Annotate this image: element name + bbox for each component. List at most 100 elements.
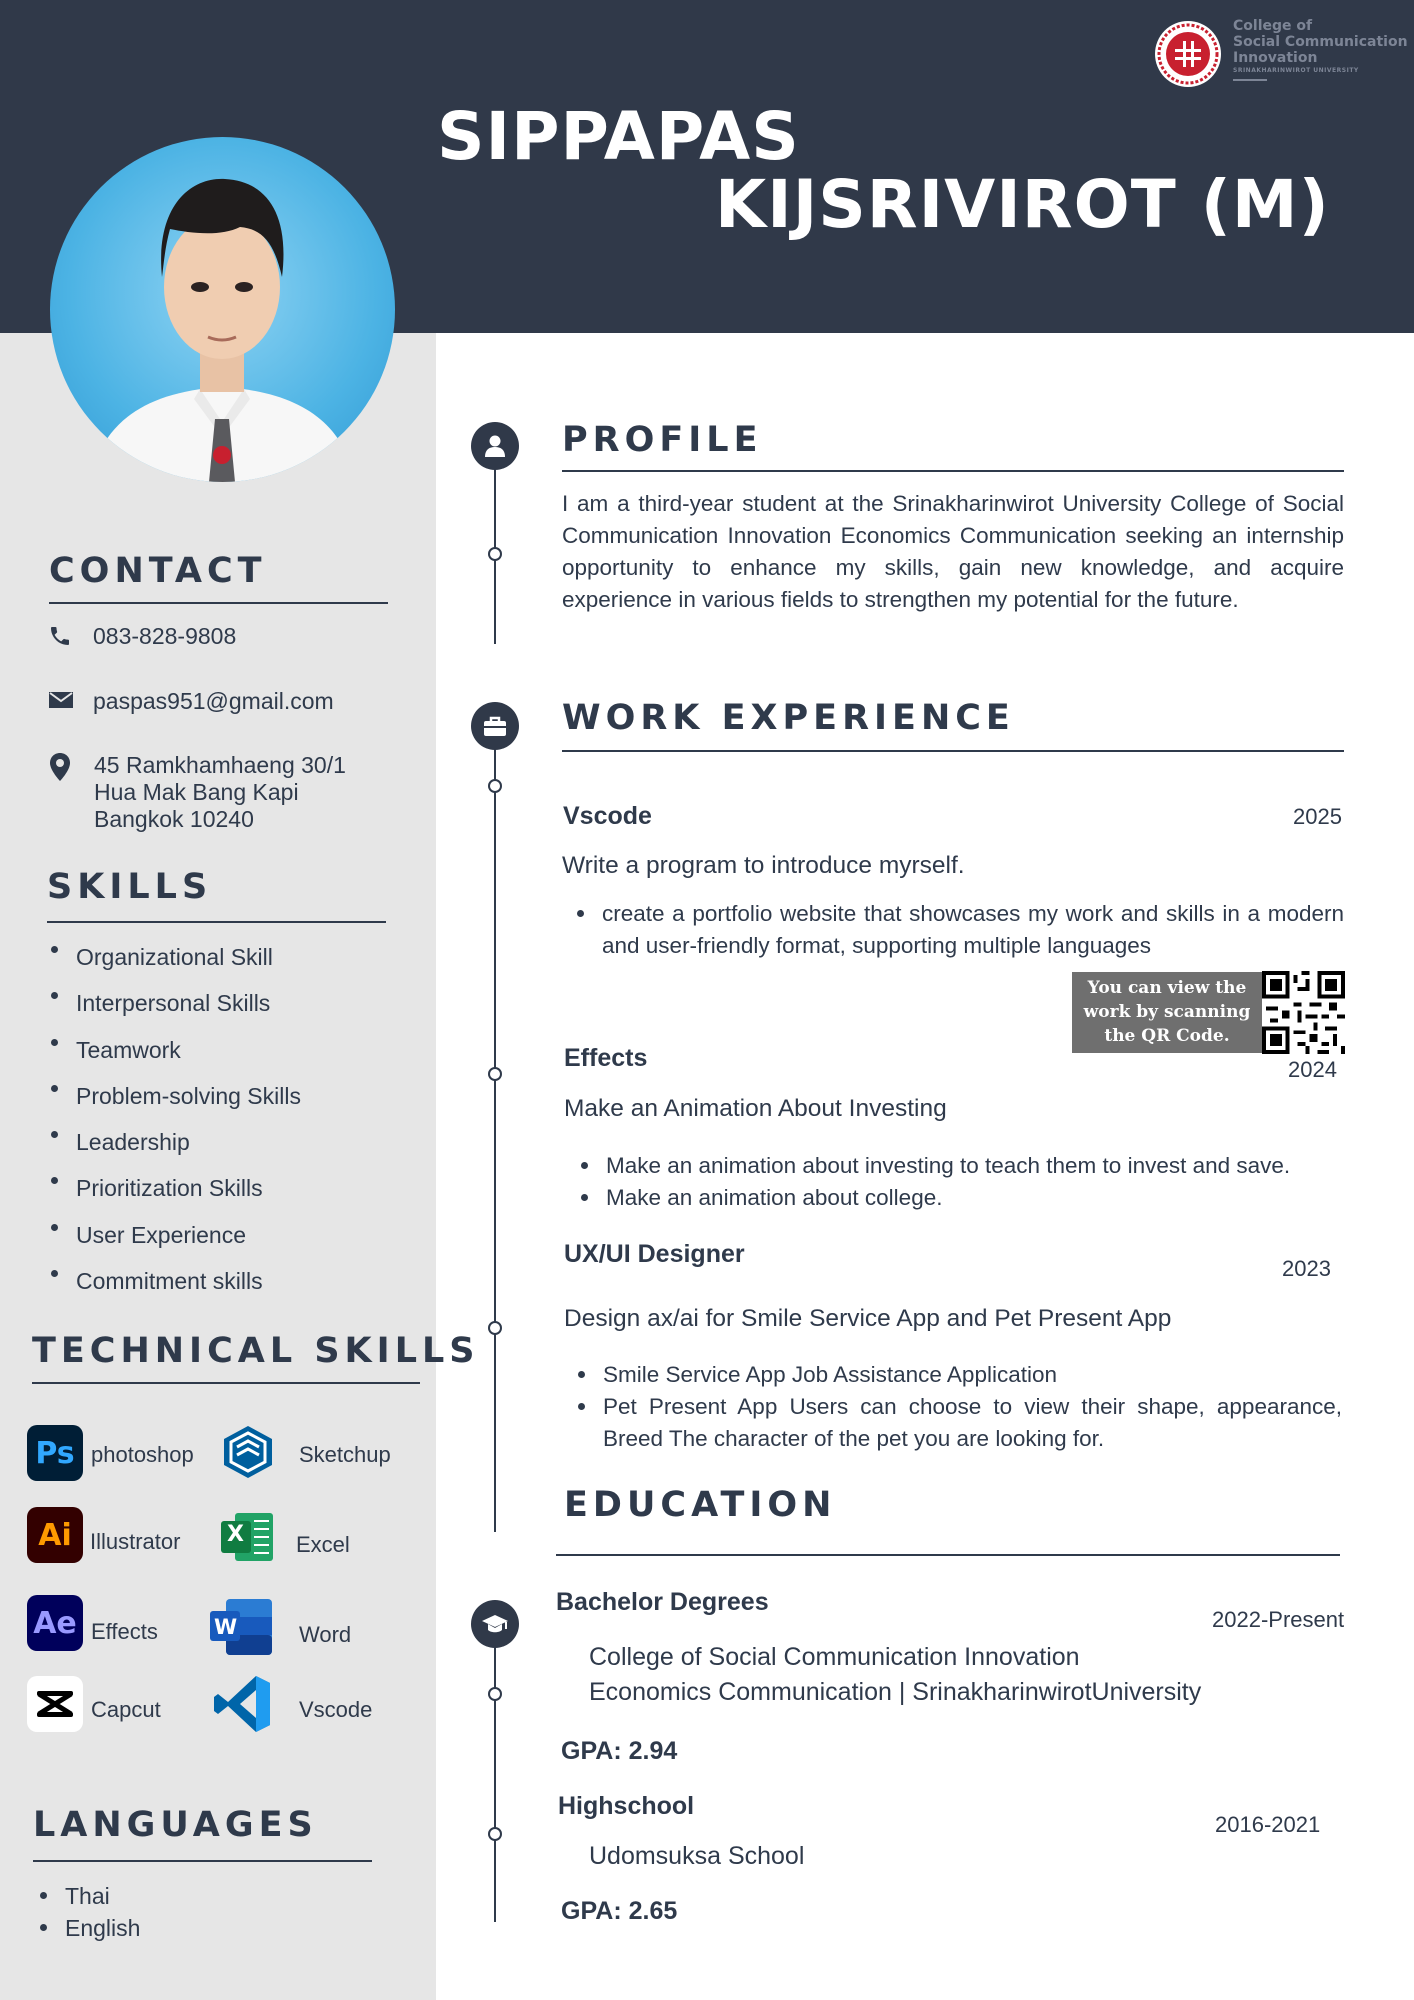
job-description: Make an Animation About Investing <box>564 1095 947 1122</box>
job-bullets: Make an animation about investing to tea… <box>578 1150 1348 1214</box>
skills-divider <box>47 921 386 923</box>
timeline-line <box>494 748 496 1532</box>
skills-list: Organizational Skill Interpersonal Skill… <box>48 934 301 1304</box>
job-title: Vscode <box>563 802 652 830</box>
profile-photo <box>50 137 395 482</box>
excel-icon: X <box>219 1511 275 1563</box>
job-title: UX/UI Designer <box>564 1240 745 1268</box>
excel-icon-letter: X <box>227 1522 244 1547</box>
tech-label-excel: Excel <box>296 1532 350 1557</box>
after-effects-icon: Ae <box>27 1595 83 1651</box>
tech-label-vscode: Vscode <box>299 1697 373 1722</box>
degree-year: 2016-2021 <box>1215 1812 1321 1837</box>
skill-item: Organizational Skill <box>48 934 301 980</box>
graduation-cap-icon <box>471 1600 519 1648</box>
profile-person-icon <box>471 422 519 470</box>
job-year: 2024 <box>1288 1057 1337 1082</box>
timeline-dot <box>488 1321 502 1335</box>
languages-divider <box>33 1860 372 1862</box>
job-bullet: Smile Service App Job Assistance Applica… <box>575 1359 1342 1391</box>
gpa: GPA: 2.94 <box>561 1737 678 1765</box>
timeline-dot <box>488 1067 502 1081</box>
word-icon: W <box>208 1597 274 1657</box>
education-title: EDUCATION <box>564 1485 837 1525</box>
job-bullet: create a portfolio website that showcase… <box>574 898 1344 962</box>
gpa: GPA: 2.65 <box>561 1897 678 1925</box>
language-item: Thai <box>37 1880 140 1912</box>
profile-title: PROFILE <box>562 420 763 460</box>
degree-line: Economics Communication | Srinakharinwir… <box>589 1678 1202 1706</box>
languages-title: LANGUAGES <box>33 1805 318 1845</box>
job-bullets: create a portfolio website that showcase… <box>574 898 1344 962</box>
address-line: Bangkok 10240 <box>94 806 254 832</box>
college-logo-text: College of Social Communication Innovati… <box>1233 18 1408 81</box>
job-bullet: Make an animation about investing to tea… <box>578 1150 1348 1182</box>
tech-label-effects: Effects <box>91 1619 158 1644</box>
skill-item: Commitment skills <box>48 1258 301 1304</box>
degree-line: College of Social Communication Innovati… <box>589 1643 1080 1671</box>
contact-title: CONTACT <box>49 551 267 591</box>
email-address: paspas951@gmail.com <box>93 688 334 714</box>
timeline-dot <box>488 547 502 561</box>
tech-label-sketchup: Sketchup <box>299 1442 391 1467</box>
address-line: 45 Ramkhamhaeng 30/1 <box>94 752 346 778</box>
college-seal-logo <box>1153 19 1223 89</box>
qr-note-line: You can view the <box>1087 978 1247 998</box>
timeline-dot <box>488 1827 502 1841</box>
profile-divider <box>562 470 1344 472</box>
degree-details: College of Social Communication Innovati… <box>589 1640 1201 1710</box>
last-name: KIJSRIVIROT (M) <box>715 166 1330 243</box>
degree-title: Highschool <box>558 1792 695 1820</box>
word-icon-letter: W <box>214 1615 238 1639</box>
profile-summary: I am a third-year student at the Srinakh… <box>562 491 1344 612</box>
degree-year: 2022-Present <box>1212 1607 1345 1632</box>
tech-label-photoshop: photoshop <box>91 1442 194 1467</box>
sketchup-icon <box>219 1423 277 1481</box>
work-experience-title: WORK EXPERIENCE <box>562 698 1015 738</box>
skill-item: Leadership <box>48 1119 301 1165</box>
email-icon <box>48 690 74 710</box>
job-year: 2023 <box>1282 1256 1331 1281</box>
skill-item: Interpersonal Skills <box>48 980 301 1026</box>
photoshop-icon: Ps <box>27 1425 83 1481</box>
address-line: Hua Mak Bang Kapi <box>94 779 299 805</box>
education-divider <box>556 1554 1340 1556</box>
briefcase-icon <box>471 702 519 750</box>
timeline-dot <box>488 779 502 793</box>
location-pin-icon <box>48 752 72 782</box>
skill-item: Prioritization Skills <box>48 1165 301 1211</box>
job-bullet: Make an animation about college. <box>578 1182 1348 1214</box>
qr-code[interactable] <box>1262 971 1345 1054</box>
qr-note-line: work by scanning <box>1083 1002 1251 1022</box>
qr-note: You can view the work by scanning the QR… <box>1072 972 1262 1053</box>
job-title: Effects <box>564 1044 648 1072</box>
skills-title: SKILLS <box>47 867 213 907</box>
first-name: SIPPAPAS <box>437 98 800 175</box>
degree-line: Udomsuksa School <box>589 1842 805 1870</box>
skill-item: Teamwork <box>48 1027 301 1073</box>
degree-title: Bachelor Degrees <box>556 1588 769 1616</box>
address-block: 45 Ramkhamhaeng 30/1 Hua Mak Bang Kapi B… <box>94 752 346 833</box>
languages-list: Thai English <box>37 1880 140 1944</box>
capcut-icon <box>27 1676 83 1732</box>
job-year: 2025 <box>1293 804 1342 829</box>
technical-skills-title: TECHNICAL SKILLS <box>32 1331 480 1371</box>
phone-icon <box>48 624 72 648</box>
job-description: Design ax/ai for Smile Service App and P… <box>564 1305 1172 1332</box>
language-item: English <box>37 1912 140 1944</box>
contact-divider <box>49 602 388 604</box>
job-bullets: Smile Service App Job Assistance Applica… <box>575 1359 1342 1455</box>
job-bullet: Pet Present App Users can choose to view… <box>575 1391 1342 1455</box>
job-description: Write a program to introduce myrself. <box>562 852 965 879</box>
skill-item: Problem-solving Skills <box>48 1073 301 1119</box>
vscode-icon <box>212 1673 274 1735</box>
tech-label-illustrator: Illustrator <box>90 1529 181 1554</box>
illustrator-icon: Ai <box>27 1507 83 1563</box>
work-experience-divider <box>562 750 1344 752</box>
qr-note-line: the QR Code. <box>1104 1026 1230 1046</box>
technical-skills-divider <box>32 1382 420 1384</box>
phone-number: 083-828-9808 <box>93 623 237 649</box>
degree-details: Udomsuksa School <box>589 1839 804 1874</box>
tech-label-capcut: Capcut <box>91 1697 161 1722</box>
tech-label-word: Word <box>299 1622 352 1647</box>
